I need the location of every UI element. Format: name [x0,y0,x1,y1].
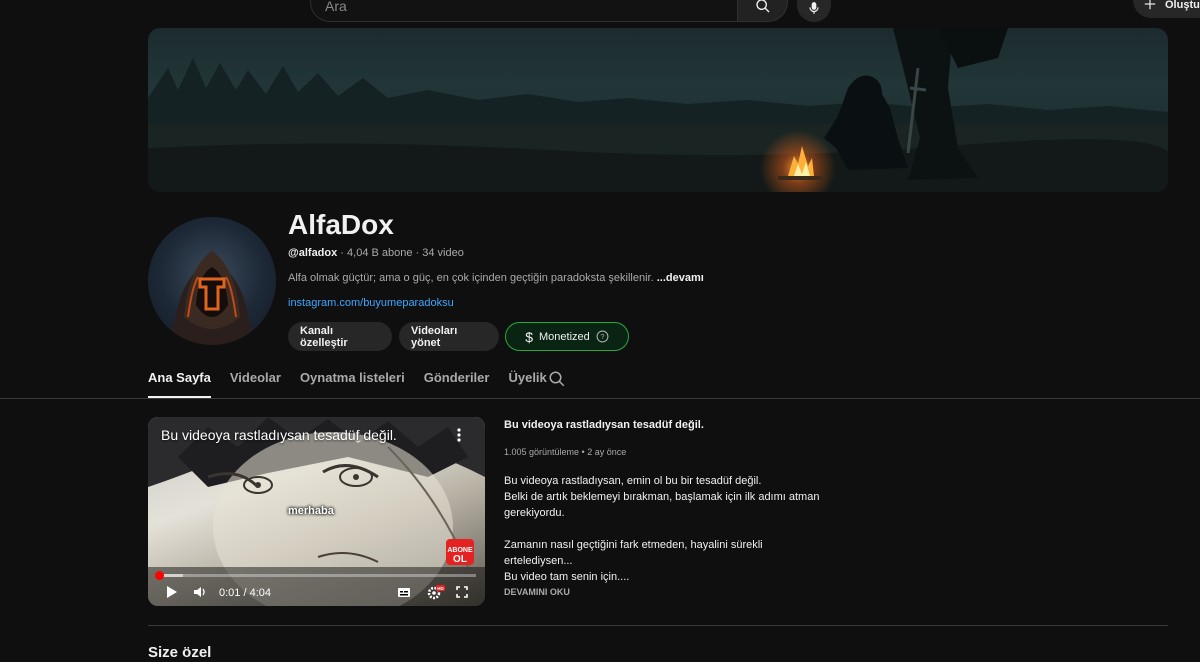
subtitles-icon [398,588,410,597]
subscribe-badge: ABONE OL [444,535,476,567]
featured-video-player[interactable]: Bu videoya rastladıysan tesadüf değil. m… [148,417,485,606]
play-icon [167,586,177,598]
search-icon [549,371,565,387]
search-box[interactable] [310,0,738,22]
tab-videos[interactable]: Videolar [230,370,281,398]
tabs-divider [0,398,1200,399]
channel-handle[interactable]: @alfadox [288,247,337,259]
channel-search-button[interactable] [548,370,566,393]
channel-tabs: Ana Sayfa Videolar Oynatma listeleri Gön… [148,370,566,398]
manage-videos-button[interactable]: Videoları yönet [399,322,499,351]
tab-playlists[interactable]: Oynatma listeleri [300,370,405,398]
tab-membership[interactable]: Üyelik [508,370,546,398]
description-line: Belki de artık beklemeyi bırakman, başla… [504,491,820,503]
progress-bar[interactable] [155,571,476,580]
section-title-for-you: Size özel [148,644,212,661]
gear-hd-icon: HD [427,585,445,600]
create-label: Oluştur [1165,0,1200,11]
channel-stats: · 4,04 B abone · 34 video [337,247,464,259]
player-menu-button[interactable] [457,428,461,447]
read-more-link[interactable]: DEVAMINI OKU [504,587,570,597]
more-vertical-icon [457,428,461,442]
video-caption: merhaba [288,505,334,517]
svg-text:?: ? [600,332,604,341]
fullscreen-icon [456,586,468,598]
fullscreen-button[interactable] [455,584,469,605]
volume-button[interactable] [193,584,207,605]
channel-description-text: Alfa olmak güçtür; ama o güç, en çok içi… [288,272,657,284]
description-line: gerekiyordu. [504,507,565,519]
subscribe-badge-top: ABONE [447,547,473,554]
customize-channel-button[interactable]: Kanalı özelleştir [288,322,392,351]
channel-banner [148,28,1168,192]
channel-name: AlfaDox [288,209,394,240]
description-line: Bu videoya rastladıysan, emin ol bu bir … [504,475,762,487]
description-line: Bu video tam senin için.... [504,571,630,583]
description-blank-line [504,521,819,537]
svg-text:HD: HD [437,586,444,591]
channel-meta: @alfadox · 4,04 B abone · 34 video [288,247,464,259]
player-title: Bu videoya rastladıysan tesadüf değil. [161,427,397,443]
volume-icon [194,587,205,597]
banner-artwork [148,28,1168,192]
description-line: ertelediysen... [504,555,573,567]
description-more-link[interactable]: ...devamı [657,272,704,284]
section-divider [148,625,1168,626]
channel-description[interactable]: Alfa olmak güçtür; ama o güç, en çok içi… [288,272,704,284]
tab-home[interactable]: Ana Sayfa [148,370,211,398]
plus-icon [1144,0,1156,10]
hooded-figure-avatar-art [168,251,256,345]
dollar-icon: $ [525,328,534,345]
featured-video-description: Bu videoya rastladıysan, emin ol bu bir … [504,473,819,585]
channel-avatar[interactable] [148,217,276,345]
play-button[interactable] [165,584,179,605]
monetized-label: Monetized [539,330,590,343]
search-button[interactable] [738,0,788,22]
settings-button[interactable]: HD [427,584,445,605]
featured-video-title[interactable]: Bu videoya rastladıysan tesadüf değil. [504,419,704,431]
channel-external-link[interactable]: instagram.com/buyumeparadoksu [288,297,454,309]
subscribe-badge-bottom: OL [453,554,467,565]
help-icon: ? [596,330,609,343]
subscribe-badge-art: ABONE OL [446,539,474,565]
subtitles-button[interactable] [397,584,411,605]
create-button[interactable]: Oluştur [1133,0,1200,18]
search-icon [755,0,769,13]
monetized-button[interactable]: $ Monetized ? [505,322,629,351]
featured-video-meta: 1.005 görüntüleme • 2 ay önce [504,447,627,457]
voice-search-button[interactable] [797,0,831,22]
player-time: 0:01 / 4:04 [219,587,271,599]
search-input[interactable] [325,0,725,14]
microphone-icon [809,2,819,14]
description-line: Zamanın nasıl geçtiğini fark etmeden, ha… [504,539,763,551]
tab-posts[interactable]: Gönderiler [424,370,490,398]
